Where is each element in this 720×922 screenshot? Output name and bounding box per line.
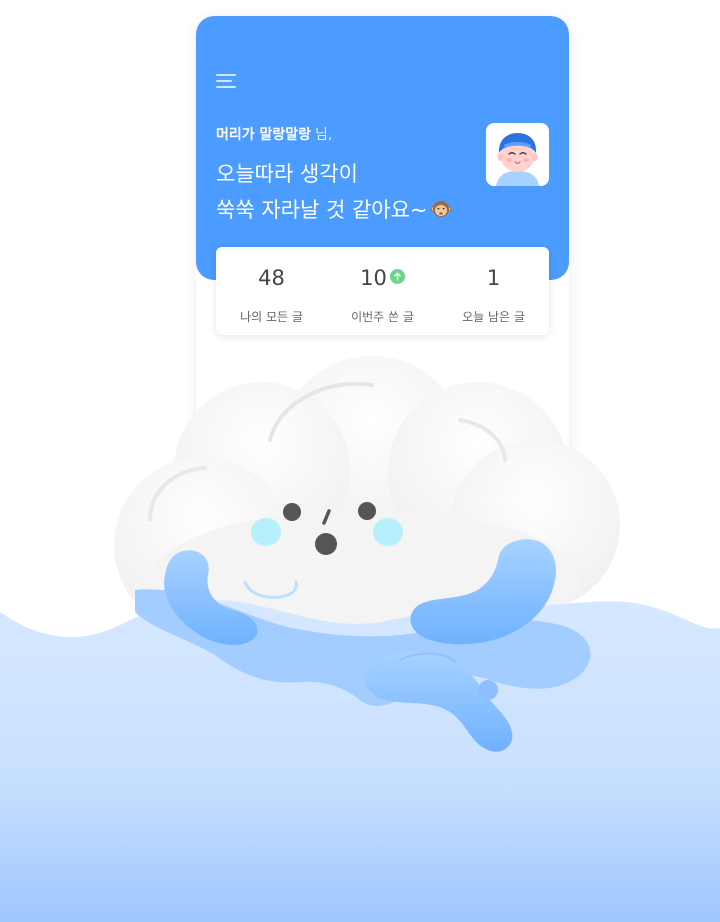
user-avatar-icon[interactable] <box>486 123 549 186</box>
greeting-line-1: 오늘따라 생각이 <box>216 162 358 186</box>
water-body <box>135 589 591 707</box>
greeting-message: 오늘따라 생각이 쑥쑥 자라날 것 같아요~ <box>216 156 452 228</box>
user-name: 머리가 말랑말랑 <box>216 127 312 143</box>
stat-remaining-label: 오늘 남은 글 <box>462 310 525 324</box>
arrow-up-icon <box>389 269 405 284</box>
hamburger-menu-icon[interactable] <box>216 72 238 90</box>
greeting-line-2: 쑥쑥 자라날 것 같아요~ <box>216 198 428 222</box>
stat-total-posts[interactable]: 48 나의 모든 글 <box>216 247 327 335</box>
stat-remaining-today[interactable]: 1 오늘 남은 글 <box>438 247 549 335</box>
monkey-face-emoji <box>430 201 452 217</box>
stat-total-value: 48 <box>258 266 285 290</box>
water-tail <box>363 651 513 752</box>
stat-weekly-value: 10 <box>360 266 387 290</box>
user-honorific: 님, <box>315 127 333 143</box>
writing-stats-card: 48 나의 모든 글 10 이번주 쓴 글 1 오늘 남은 글 <box>216 247 549 335</box>
user-greeting-line: 머리가 말랑말랑 님, <box>216 124 332 144</box>
greeting-line-2-wrap: 쑥쑥 자라날 것 같아요~ <box>216 192 452 228</box>
stat-remaining-value: 1 <box>486 266 501 290</box>
water-surface <box>0 600 720 922</box>
profile-header: 머리가 말랑말랑 님, 오늘따라 생각이 쑥쑥 자라날 것 같아요~ <box>196 16 569 280</box>
stat-weekly-posts[interactable]: 10 이번주 쓴 글 <box>327 247 438 335</box>
stat-weekly-label: 이번주 쓴 글 <box>351 310 414 324</box>
stat-weekly-value-wrap: 10 <box>327 266 438 292</box>
stat-total-label: 나의 모든 글 <box>240 310 303 324</box>
